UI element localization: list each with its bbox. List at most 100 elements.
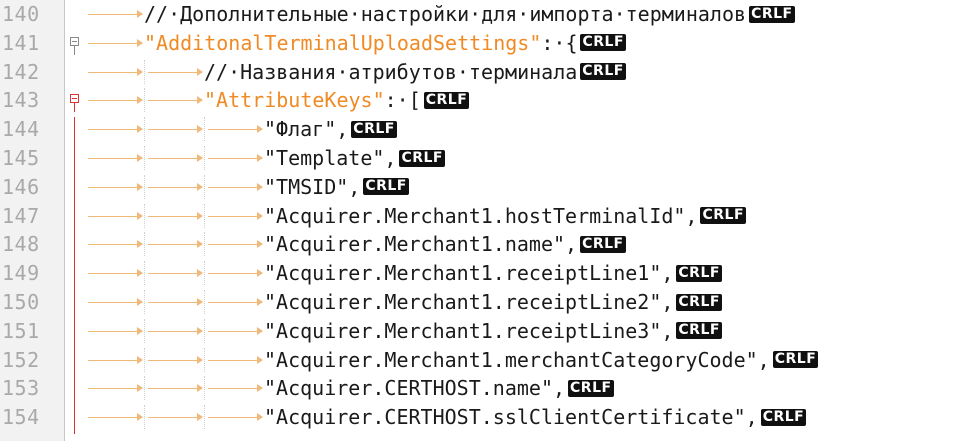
line-number: 140	[2, 2, 40, 26]
line-number: 144	[2, 117, 40, 142]
token-str: "Acquirer.Merchant1.receiptLine1",	[264, 261, 674, 286]
line-number: 146	[2, 174, 40, 199]
editor-line[interactable]: 151 "Acquirer.Merchant1.receiptLine3", CRL…	[0, 318, 961, 348]
tab-arrow-icon	[84, 31, 144, 55]
editor-line[interactable]: 141 "AdditonalTerminalUploadSettings":·{C…	[0, 31, 961, 55]
editor-line[interactable]: 152 "Acquirer.Merchant1.merchantCategoryC…	[0, 347, 961, 377]
line-code: "Acquirer.Merchant1.receiptLine3", CRLF	[84, 318, 722, 343]
token-punct: :·[	[384, 88, 421, 113]
tab-arrow-icon	[144, 261, 204, 286]
editor-line[interactable]: 143 "AttributeKeys":·[CRLF	[0, 88, 961, 113]
token-str: "TMSID",	[264, 174, 361, 199]
tab-arrow-icon	[204, 376, 264, 401]
fold-range-line	[74, 290, 75, 319]
line-number: 151	[2, 318, 40, 343]
token-str: "Acquirer.Merchant1.receiptLine3",	[264, 318, 674, 343]
eol-marker: CRLF	[363, 178, 409, 196]
token-str: "Acquirer.Merchant1.receiptLine2",	[264, 290, 674, 314]
eol-marker: CRLF	[568, 379, 614, 397]
tab-arrow-icon	[144, 347, 204, 372]
editor-line[interactable]: 145 "Template", CRLF	[0, 146, 961, 175]
line-code: "TMSID", CRLF	[84, 174, 409, 199]
tab-arrow-icon	[144, 203, 204, 228]
token-str: "Acquirer.CERTHOST.name",	[264, 376, 566, 401]
tab-arrow-icon	[84, 319, 144, 343]
tab-arrow-icon	[144, 290, 204, 314]
tab-arrow-icon	[204, 318, 264, 343]
editor-line[interactable]: 148 "Acquirer.Merchant1.name", CRLF	[0, 232, 961, 262]
eol-marker: CRLF	[580, 34, 627, 52]
editor-line[interactable]: 140 //·Дополнительные·настройки·для·импор…	[0, 2, 961, 26]
token-str: "Acquirer.Merchant1.name",	[264, 232, 578, 257]
editor-line[interactable]: 150 "Acquirer.Merchant1.receiptLine2", CRL…	[0, 290, 961, 319]
fold-range-line	[74, 376, 75, 406]
line-code: "AdditonalTerminalUploadSettings":·{CRLF	[84, 30, 627, 55]
editor-line[interactable]: 142 //·Названия·атрибутов·терминала CRLF	[0, 59, 961, 84]
token-comment: //·Названия·атрибутов·терминала	[204, 59, 578, 84]
line-number: 147	[2, 203, 40, 228]
tab-arrow-icon	[84, 290, 144, 314]
tab-arrow-icon	[144, 232, 204, 257]
tab-arrow-icon	[204, 146, 264, 170]
tab-arrow-icon	[204, 232, 264, 257]
tab-arrow-icon	[144, 146, 204, 170]
line-number: 149	[2, 261, 40, 286]
editor-line[interactable]: 144 "Флаг", CRLF	[0, 117, 961, 146]
fold-range-line	[74, 347, 75, 377]
tab-arrow-icon	[144, 376, 204, 401]
eol-marker: CRLF	[399, 149, 445, 167]
tab-arrow-icon	[204, 290, 264, 314]
eol-marker: CRLF	[772, 351, 819, 369]
editor-line[interactable]: 153 "Acquirer.CERTHOST.name", CRLF	[0, 376, 961, 406]
tab-arrow-icon	[144, 59, 204, 84]
tab-arrow-icon	[84, 261, 144, 285]
tab-arrow-icon	[84, 117, 144, 141]
eol-marker: CRLF	[676, 293, 722, 311]
tab-arrow-icon	[144, 117, 204, 142]
fold-range-line	[74, 232, 75, 262]
fold-toggle-icon[interactable]	[70, 88, 84, 113]
line-code: "Acquirer.CERTHOST.name", CRLF	[84, 376, 614, 401]
tab-arrow-icon	[84, 348, 144, 372]
editor-line[interactable]: 146 "TMSID", CRLF	[0, 174, 961, 204]
token-str: "Template",	[264, 146, 397, 170]
line-code: "Флаг", CRLF	[84, 117, 397, 142]
tab-arrow-icon	[84, 88, 144, 112]
token-key: "AdditonalTerminalUploadSettings"	[144, 30, 542, 55]
tab-arrow-icon	[84, 175, 144, 199]
line-number: 142	[2, 59, 40, 84]
token-comment: //·Дополнительные·настройки·для·импорта·…	[144, 2, 747, 26]
line-code: "Template", CRLF	[84, 146, 445, 170]
tab-arrow-icon	[204, 261, 264, 286]
code-editor[interactable]: 140 //·Дополнительные·настройки·для·импор…	[0, 0, 961, 441]
tab-arrow-icon	[204, 117, 264, 142]
fold-range-line	[74, 174, 75, 204]
eol-marker: CRLF	[423, 91, 470, 109]
tab-arrow-icon	[84, 376, 144, 400]
tab-arrow-icon	[204, 405, 264, 430]
line-code: //·Дополнительные·настройки·для·импорта·…	[84, 2, 795, 26]
fold-range-line	[74, 318, 75, 348]
eol-marker: CRLF	[700, 207, 747, 225]
fold-range-line	[74, 261, 75, 290]
line-number: 141	[2, 30, 40, 55]
fold-range-line	[74, 117, 75, 146]
editor-line[interactable]: 149 "Acquirer.Merchant1.receiptLine1", CRL…	[0, 261, 961, 290]
fold-range-line	[74, 146, 75, 175]
tab-arrow-icon	[84, 232, 144, 256]
line-code: "Acquirer.Merchant1.name", CRLF	[84, 232, 626, 257]
fold-toggle-icon[interactable]	[70, 31, 84, 55]
tab-arrow-icon	[84, 405, 144, 429]
editor-line[interactable]: 147 "Acquirer.Merchant1.hostTerminalId", C…	[0, 203, 961, 233]
line-code: //·Названия·атрибутов·терминала CRLF	[84, 59, 626, 84]
tab-arrow-icon	[144, 405, 204, 430]
tab-arrow-icon	[84, 60, 144, 84]
tab-arrow-icon	[84, 146, 144, 170]
token-str: "Acquirer.Merchant1.merchantCategoryCode…	[264, 347, 770, 372]
line-number: 153	[2, 376, 40, 401]
editor-line[interactable]: 154 "Acquirer.CERTHOST.sslClientCertifica…	[0, 405, 961, 434]
line-code: "Acquirer.Merchant1.merchantCategoryCode…	[84, 347, 819, 372]
eol-marker: CRLF	[351, 120, 397, 138]
line-code: "Acquirer.Merchant1.hostTerminalId", CRLF	[84, 203, 747, 228]
fold-range-line	[74, 405, 75, 434]
